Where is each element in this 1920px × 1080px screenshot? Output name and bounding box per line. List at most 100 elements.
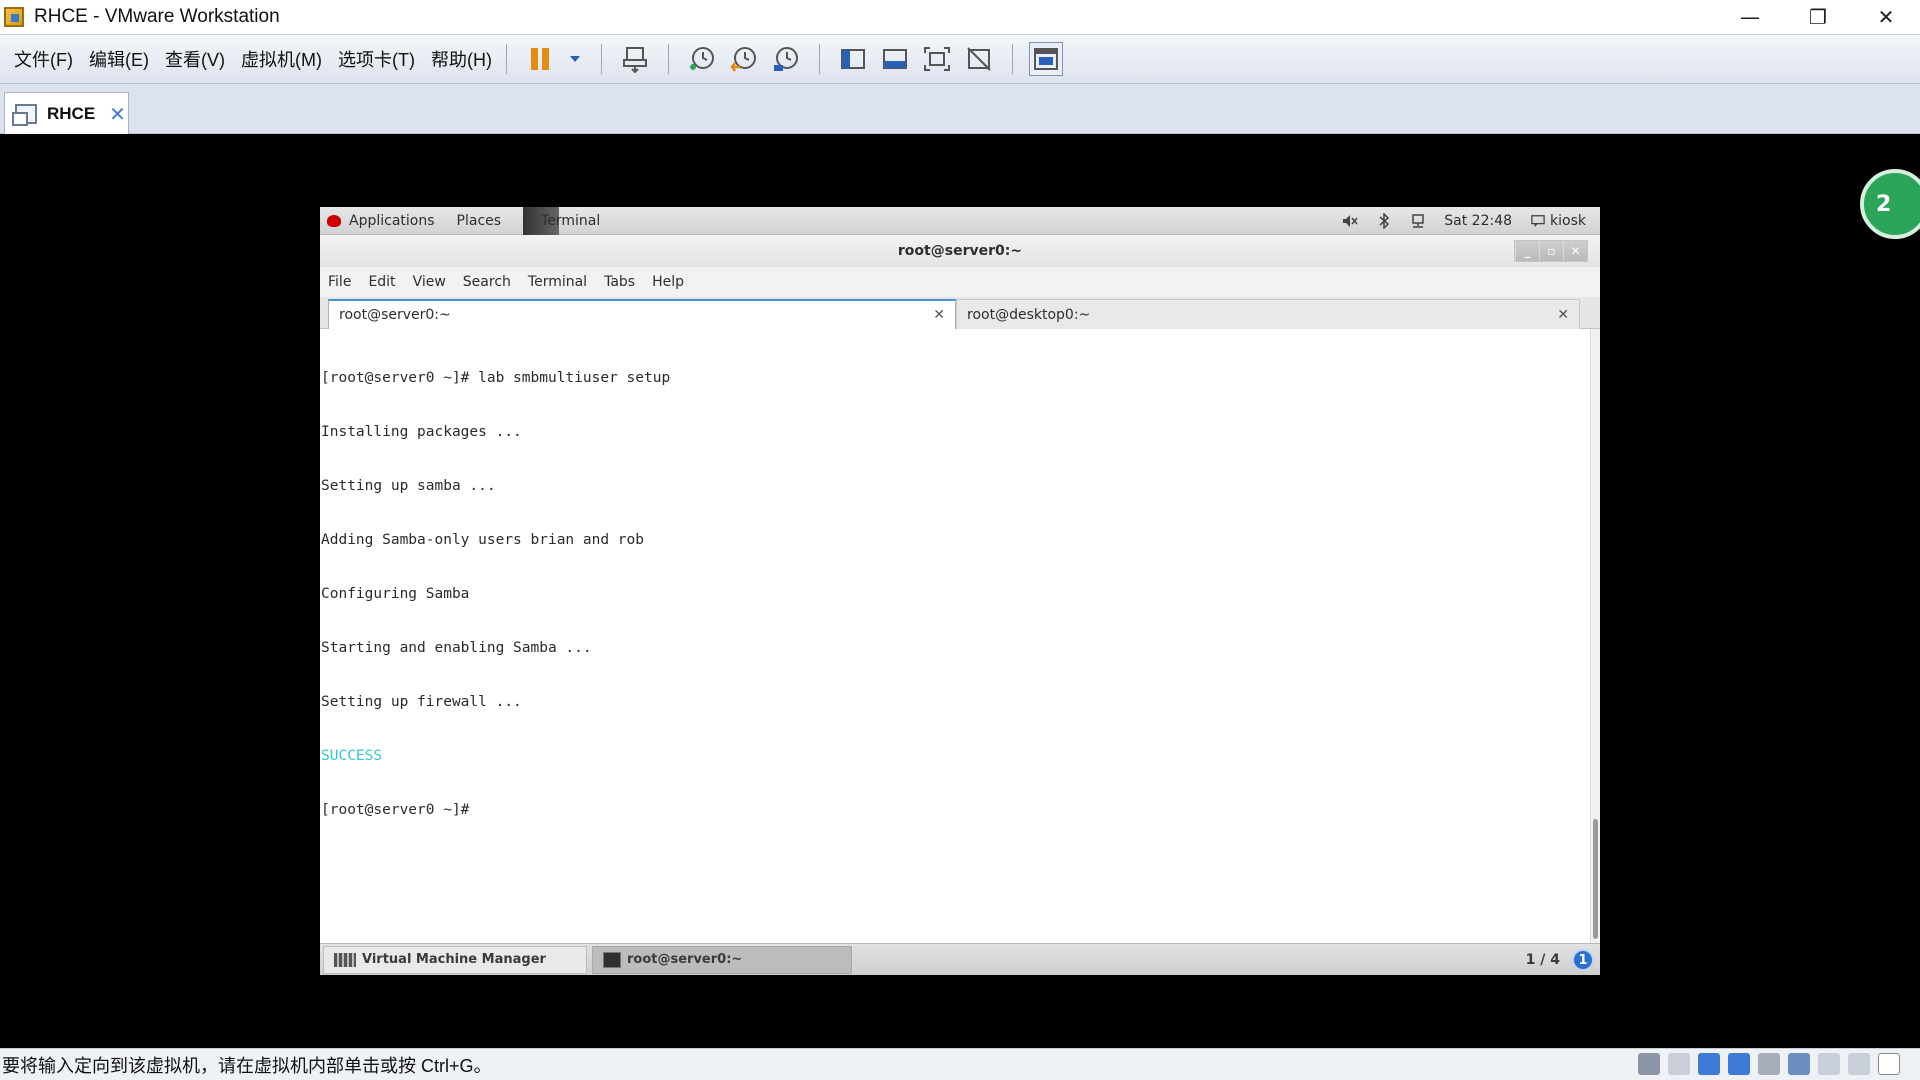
chat-icon <box>1530 213 1546 229</box>
host-titlebar: RHCE - VMware Workstation — ❐ ✕ <box>0 0 1920 34</box>
terminal-app-menu[interactable]: Terminal <box>523 207 600 235</box>
window-controls: — ❐ ✕ <box>1716 0 1920 34</box>
clock[interactable]: Sat 22:48 <box>1444 213 1512 229</box>
revert-clock-icon <box>730 47 756 72</box>
window-title: RHCE - VMware Workstation <box>34 6 280 27</box>
terminal-close-button[interactable]: ✕ <box>1563 241 1587 261</box>
menu-edit[interactable]: 编辑(E) <box>89 46 149 72</box>
send-ctrl-alt-del-button[interactable] <box>618 42 652 76</box>
volume-muted-icon[interactable] <box>1342 213 1358 229</box>
terminal-line: Configuring Samba <box>321 586 470 602</box>
pause-button[interactable] <box>523 42 557 76</box>
user-name: kiosk <box>1550 213 1586 229</box>
places-menu[interactable]: Places <box>457 213 502 229</box>
terminal-menu-file[interactable]: File <box>328 274 351 290</box>
host-menubar: 文件(F) 编辑(E) 查看(V) 虚拟机(M) 选项卡(T) 帮助(H) <box>0 34 1920 84</box>
terminal-tab-server0[interactable]: root@server0:~ ✕ <box>328 299 956 329</box>
host-statusbar: 要将输入定向到该虚拟机，请在虚拟机内部单击或按 Ctrl+G。 <box>0 1048 1920 1080</box>
revert-snapshot-button[interactable] <box>727 42 761 76</box>
full-screen-button[interactable] <box>920 42 954 76</box>
unity-icon <box>967 47 991 71</box>
network-icon[interactable] <box>1410 213 1426 229</box>
taskbar-terminal[interactable]: root@server0:~ <box>592 945 852 974</box>
toolbar-separator <box>667 44 669 74</box>
terminal-icon <box>603 951 621 968</box>
terminal-menu-view[interactable]: View <box>413 274 446 290</box>
terminal-tab-label: root@desktop0:~ <box>967 306 1091 323</box>
show-thumbnail-button[interactable] <box>878 42 912 76</box>
printer-icon[interactable] <box>1758 1053 1780 1075</box>
network-adapter-2-icon[interactable] <box>1728 1053 1750 1075</box>
status-hint: 要将输入定向到该虚拟机，请在虚拟机内部单击或按 Ctrl+G。 <box>2 1055 492 1076</box>
terminal-app-label: Terminal <box>541 212 601 229</box>
menu-file[interactable]: 文件(F) <box>14 46 73 72</box>
chevron-down-icon <box>569 56 580 62</box>
snapshot-clock-icon <box>689 47 714 70</box>
snapshot-manager-button[interactable] <box>769 42 803 76</box>
unity-mode-button[interactable] <box>962 42 996 76</box>
terminal-tabs: root@server0:~ ✕ root@desktop0:~ ✕ <box>320 297 1600 329</box>
toolbar-separator <box>600 44 602 74</box>
terminal-menu-tabs[interactable]: Tabs <box>604 274 635 290</box>
side-badge[interactable]: 2 <box>1860 169 1920 239</box>
device-status-icons <box>1638 1053 1900 1075</box>
bluetooth-icon[interactable] <box>1376 213 1392 229</box>
message-icon[interactable] <box>1878 1053 1900 1075</box>
guest-screen[interactable]: Applications Places Terminal Sat 22:48 k… <box>320 207 1600 975</box>
vm-display[interactable]: 2 Applications Places Terminal Sat 22:48… <box>0 134 1920 1048</box>
terminal-menu-terminal[interactable]: Terminal <box>528 274 587 290</box>
full-screen-icon <box>923 47 950 71</box>
gnome-bottombar: Virtual Machine Manager root@server0:~ 1… <box>320 943 1600 975</box>
terminal-line: Starting and enabling Samba ... <box>321 640 592 656</box>
hard-disk-icon[interactable] <box>1638 1053 1660 1075</box>
snapshot-button[interactable] <box>685 42 719 76</box>
terminal-line: Setting up samba ... <box>321 478 496 494</box>
terminal-minimize-button[interactable]: _ <box>1515 241 1539 261</box>
terminal-output[interactable]: [root@server0 ~]# lab smbmultiuser setup… <box>320 329 1590 943</box>
terminal-maximize-button[interactable]: ▫ <box>1539 241 1563 261</box>
terminal-menu-search[interactable]: Search <box>463 274 511 290</box>
notification-icon[interactable]: 1 <box>1572 949 1594 971</box>
user-menu[interactable]: kiosk <box>1530 213 1586 229</box>
terminal-menu-help[interactable]: Help <box>652 274 684 290</box>
snapshot-manager-icon <box>773 47 798 71</box>
network-adapter-icon[interactable] <box>1698 1053 1720 1075</box>
restore-button[interactable]: ❐ <box>1784 0 1852 34</box>
terminal-menu-edit[interactable]: Edit <box>368 274 395 290</box>
toolbar-separator <box>818 44 820 74</box>
terminal-tab-desktop0[interactable]: root@desktop0:~ ✕ <box>956 299 1580 329</box>
display-icon[interactable] <box>1848 1053 1870 1075</box>
close-tab-icon[interactable]: ✕ <box>933 307 945 323</box>
taskbar-virt-manager[interactable]: Virtual Machine Manager <box>323 945 587 974</box>
terminal-tab-label: root@server0:~ <box>339 307 451 323</box>
menu-tabs[interactable]: 选项卡(T) <box>338 46 415 72</box>
close-tab-icon[interactable]: ✕ <box>109 102 126 126</box>
menu-vm[interactable]: 虚拟机(M) <box>241 46 322 72</box>
console-view-button[interactable] <box>1028 42 1063 76</box>
show-library-button[interactable] <box>836 42 870 76</box>
close-tab-icon[interactable]: ✕ <box>1557 307 1569 323</box>
terminal-titlebar[interactable]: root@server0:~ _ ▫ ✕ <box>320 235 1600 267</box>
menu-view[interactable]: 查看(V) <box>165 46 225 72</box>
applications-menu[interactable]: Applications <box>349 213 435 229</box>
taskbar-label: Virtual Machine Manager <box>362 952 546 967</box>
taskbar-label: root@server0:~ <box>627 952 743 967</box>
workspace-indicator[interactable]: 1 / 4 <box>1526 952 1560 968</box>
system-tray: Sat 22:48 kiosk <box>1342 207 1586 235</box>
menu-help[interactable]: 帮助(H) <box>431 46 492 72</box>
toolbar-separator <box>505 44 507 74</box>
vm-tab-rhce[interactable]: RHCE ✕ <box>4 92 129 134</box>
redhat-icon <box>327 214 341 227</box>
terminal-scrollbar[interactable] <box>1590 329 1600 943</box>
close-button[interactable]: ✕ <box>1852 0 1920 34</box>
virt-manager-icon <box>334 952 356 967</box>
usb-icon[interactable] <box>1788 1053 1810 1075</box>
cd-drive-icon[interactable] <box>1668 1053 1690 1075</box>
power-dropdown-button[interactable] <box>565 42 585 76</box>
terminal-line: Adding Samba-only users brian and rob <box>321 532 645 548</box>
sound-card-icon[interactable] <box>1818 1053 1840 1075</box>
scrollbar-thumb[interactable] <box>1593 819 1598 939</box>
console-view-icon <box>1033 48 1058 70</box>
minimize-button[interactable]: — <box>1716 0 1784 34</box>
pause-icon <box>530 48 549 70</box>
